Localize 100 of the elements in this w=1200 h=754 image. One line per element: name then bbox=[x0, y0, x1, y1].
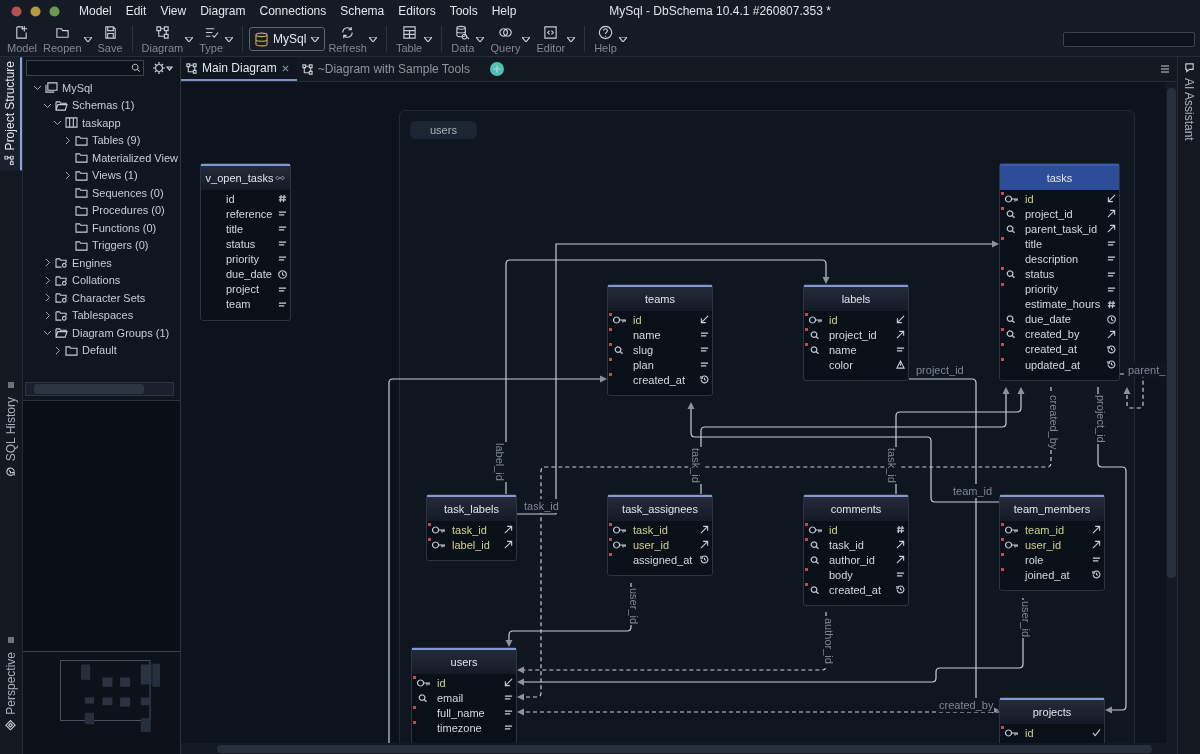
menu-item[interactable]: View bbox=[153, 4, 194, 18]
toolbar-button[interactable]: Editor bbox=[533, 24, 579, 54]
table-card[interactable]: users id email full_name timezone bbox=[411, 647, 517, 743]
column-name: assigned_at bbox=[633, 553, 694, 566]
tree-item[interactable]: Triggers (0) bbox=[92, 239, 149, 252]
table-card[interactable]: task_assignees task_id user_id assigned_at bbox=[607, 494, 713, 577]
column-name: description bbox=[1025, 252, 1080, 265]
tree-item[interactable]: Default bbox=[82, 344, 117, 357]
chevron-icon[interactable] bbox=[43, 258, 52, 268]
chevron-icon[interactable] bbox=[63, 135, 72, 145]
tree-item[interactable]: Tables (9) bbox=[92, 134, 141, 147]
column-name: id bbox=[829, 313, 839, 326]
toolbar-button[interactable]: Table bbox=[392, 24, 436, 54]
arrow-icon bbox=[896, 330, 905, 340]
connection-selector[interactable]: MySql bbox=[249, 27, 326, 51]
settings-icon[interactable] bbox=[152, 62, 174, 74]
close-icon[interactable] bbox=[281, 64, 289, 72]
add-tab-button[interactable] bbox=[489, 62, 504, 76]
chevron-icon[interactable] bbox=[63, 170, 72, 180]
table-header[interactable]: labels bbox=[804, 285, 908, 311]
tree-item[interactable]: Collations bbox=[72, 274, 121, 287]
chevron-icon[interactable] bbox=[43, 328, 52, 338]
table-header[interactable]: tasks bbox=[1000, 164, 1119, 190]
table-header[interactable]: task_labels bbox=[427, 495, 516, 521]
toolbar-icon bbox=[102, 24, 118, 40]
tree-item[interactable]: MySql bbox=[62, 81, 93, 94]
table-header[interactable]: comments bbox=[804, 495, 908, 521]
tree-item[interactable]: Procedures (0) bbox=[92, 204, 165, 217]
chevron-icon[interactable] bbox=[43, 293, 52, 303]
table-header[interactable]: v_open_tasks bbox=[201, 164, 290, 190]
toolbar-button[interactable]: Diagram bbox=[138, 24, 197, 54]
table-header[interactable]: users bbox=[412, 648, 516, 674]
arrow-icon bbox=[896, 540, 905, 550]
table-name: task_labels bbox=[443, 503, 499, 515]
toolbar-button[interactable]: Help bbox=[591, 24, 630, 54]
tree-item[interactable]: taskapp bbox=[82, 116, 121, 129]
table-card[interactable]: tasks id project_id parent_task_id title description status priority estimate_hours due_date created_by created_at updated_at bbox=[999, 163, 1120, 382]
table-header[interactable]: teams bbox=[608, 285, 712, 311]
table-card[interactable]: comments id task_id author_id body created_at bbox=[803, 494, 909, 607]
toolbar-icon bbox=[154, 24, 170, 40]
menu-item[interactable]: Editors bbox=[391, 4, 443, 18]
maximize-icon[interactable] bbox=[49, 5, 60, 17]
chevron-icon[interactable] bbox=[33, 83, 42, 93]
toolbar-button[interactable]: Model bbox=[4, 24, 40, 54]
table-header[interactable]: task_assignees bbox=[608, 495, 712, 521]
menu-icon[interactable] bbox=[7, 381, 15, 389]
tree-item[interactable]: Materialized View bbox=[92, 151, 178, 164]
tree-item[interactable]: Engines bbox=[72, 256, 112, 269]
menu-item[interactable]: Diagram bbox=[193, 4, 253, 18]
menu-icon[interactable] bbox=[7, 636, 15, 644]
tree-item[interactable]: Diagram Groups (1) bbox=[72, 326, 170, 339]
side-tab[interactable]: SQL History bbox=[1, 393, 21, 482]
chevron-icon[interactable] bbox=[53, 345, 62, 355]
side-tab[interactable]: Perspective bbox=[1, 648, 21, 735]
menu-item[interactable]: Connections bbox=[252, 4, 334, 18]
minimize-icon[interactable] bbox=[30, 5, 41, 17]
toolbar-button[interactable]: Save bbox=[94, 24, 126, 54]
scrollbar[interactable] bbox=[25, 382, 174, 396]
tree-item[interactable]: Views (1) bbox=[92, 169, 138, 182]
menu-item[interactable]: Schema bbox=[333, 4, 392, 18]
table-card[interactable]: projects id bbox=[999, 697, 1105, 743]
table-header[interactable]: projects bbox=[1000, 698, 1104, 724]
table-card[interactable]: labels id project_id name color bbox=[803, 284, 909, 382]
column-name: project_id bbox=[1025, 207, 1074, 220]
diagram-tab[interactable]: ~Diagram with Sample Tools bbox=[296, 57, 478, 81]
side-tab[interactable]: Project Structure bbox=[0, 57, 22, 171]
relation-label: created_by bbox=[938, 698, 995, 712]
toolbar-button[interactable]: Refresh bbox=[325, 24, 380, 54]
search-field[interactable] bbox=[1063, 31, 1195, 47]
tree-search-field[interactable] bbox=[26, 60, 144, 76]
toolbar-button[interactable]: Type bbox=[196, 24, 237, 54]
clock-icon bbox=[278, 269, 287, 279]
tree-item[interactable]: Functions (0) bbox=[92, 221, 157, 234]
table-card[interactable]: team_members team_id user_id role joined_at bbox=[999, 494, 1105, 592]
side-tab[interactable]: AI Assistant bbox=[1179, 57, 1199, 146]
chevron-icon[interactable] bbox=[43, 275, 52, 285]
chevron-icon[interactable] bbox=[53, 118, 62, 128]
menu-item[interactable]: Edit bbox=[118, 4, 154, 18]
tree-item[interactable]: Tablespaces bbox=[72, 309, 134, 322]
chevron-icon[interactable] bbox=[43, 310, 52, 320]
table-name: task_assignees bbox=[622, 503, 698, 515]
table-name: users bbox=[450, 656, 478, 668]
table-card[interactable]: task_labels task_id label_id bbox=[426, 494, 517, 562]
toolbar-button[interactable]: Query bbox=[487, 24, 534, 54]
table-header[interactable]: team_members bbox=[1000, 495, 1104, 521]
menu-item[interactable]: Tools bbox=[442, 4, 485, 18]
group-label[interactable]: users bbox=[410, 121, 477, 139]
tree-item[interactable]: Sequences (0) bbox=[92, 186, 164, 199]
table-card[interactable]: v_open_tasks id reference title status priority due_date project team bbox=[200, 163, 291, 321]
toolbar-button[interactable]: Reopen bbox=[39, 24, 95, 54]
table-card[interactable]: teams id name slug plan created_at bbox=[607, 284, 713, 397]
relation-label: task_id bbox=[885, 447, 899, 484]
history-icon bbox=[700, 555, 709, 565]
close-icon[interactable] bbox=[11, 5, 22, 17]
toolbar-button[interactable]: Data bbox=[448, 24, 488, 54]
menu-item[interactable]: Help bbox=[484, 4, 524, 18]
menu-icon[interactable] bbox=[1160, 64, 1170, 74]
menu-item[interactable]: Model bbox=[72, 4, 119, 18]
tree-item[interactable]: Schemas (1) bbox=[72, 99, 135, 112]
tree-item[interactable]: Character Sets bbox=[72, 291, 146, 304]
